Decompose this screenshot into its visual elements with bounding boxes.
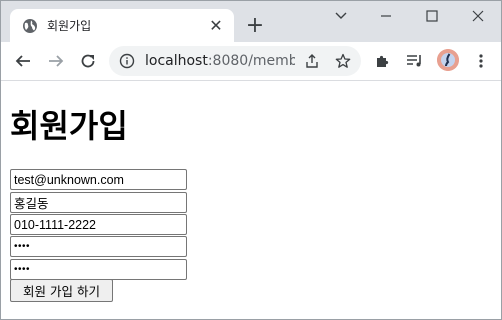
maximize-icon[interactable] <box>421 5 443 27</box>
email-field[interactable]: test@unknown.com <box>10 169 187 190</box>
window-close-icon[interactable] <box>467 5 489 27</box>
avatar[interactable] <box>437 49 459 71</box>
minimize-icon[interactable] <box>375 5 397 27</box>
tab-strip: 회원가입 ✕ + <box>1 1 501 42</box>
globe-icon <box>22 18 38 34</box>
name-field[interactable]: 홍길동 <box>10 192 187 213</box>
url-path: :8080/memb... <box>207 53 295 69</box>
phone-field[interactable]: 010-1111-2222 <box>10 214 187 235</box>
password-field[interactable]: •••• <box>10 236 187 257</box>
new-tab-button[interactable]: + <box>244 15 266 37</box>
tab-close-icon[interactable]: ✕ <box>207 16 225 35</box>
share-icon[interactable] <box>303 52 321 70</box>
info-icon[interactable] <box>119 53 135 69</box>
tab-signup[interactable]: 회원가입 ✕ <box>10 9 234 42</box>
url-text: localhost:8080/memb... <box>145 53 295 69</box>
browser-toolbar: localhost:8080/memb... <box>1 42 501 81</box>
kebab-menu-icon[interactable] <box>471 51 491 71</box>
forward-arrow-icon[interactable] <box>46 51 66 71</box>
chevron-down-icon[interactable] <box>330 5 352 27</box>
password-confirm-field[interactable]: •••• <box>10 259 187 280</box>
star-icon[interactable] <box>334 52 352 70</box>
reload-icon[interactable] <box>78 51 98 71</box>
url-host: localhost <box>145 53 208 69</box>
back-arrow-icon[interactable] <box>13 51 33 71</box>
page-content: 회원가입 test@unknown.com 홍길동 010-1111-2222 … <box>1 81 501 319</box>
address-bar[interactable]: localhost:8080/memb... <box>109 46 361 76</box>
signup-submit-button[interactable]: 회원 가입 하기 <box>10 279 113 302</box>
browser-window: 회원가입 ✕ + localhost:8080/mem 회원가입 test@un… <box>0 0 502 320</box>
puzzle-icon[interactable] <box>373 51 393 71</box>
tab-title: 회원가입 <box>47 19 92 33</box>
media-queue-icon[interactable] <box>405 51 425 71</box>
page-title: 회원가입 <box>10 107 128 145</box>
